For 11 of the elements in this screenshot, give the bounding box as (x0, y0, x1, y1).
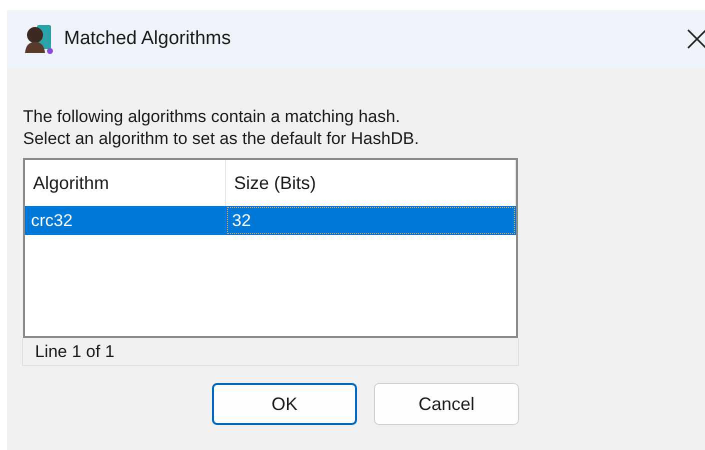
window-title: Matched Algorithms (64, 28, 232, 50)
app-icon (22, 23, 54, 55)
close-icon[interactable] (685, 27, 705, 51)
message-text: Select an algorithm to set as the default for HashDB. (23, 128, 420, 150)
dialog-button[interactable]: OK (212, 383, 357, 425)
dialog-button[interactable]: Cancel (374, 383, 519, 425)
status-bar: Line 1 of 1 (22, 338, 519, 366)
table-cell: 32 (226, 206, 516, 235)
message-text: The following algorithms contain a matching hash. (23, 106, 402, 128)
table-row[interactable]: crc32 32 (25, 206, 516, 235)
table-cell-text: crc32 (30, 210, 74, 232)
